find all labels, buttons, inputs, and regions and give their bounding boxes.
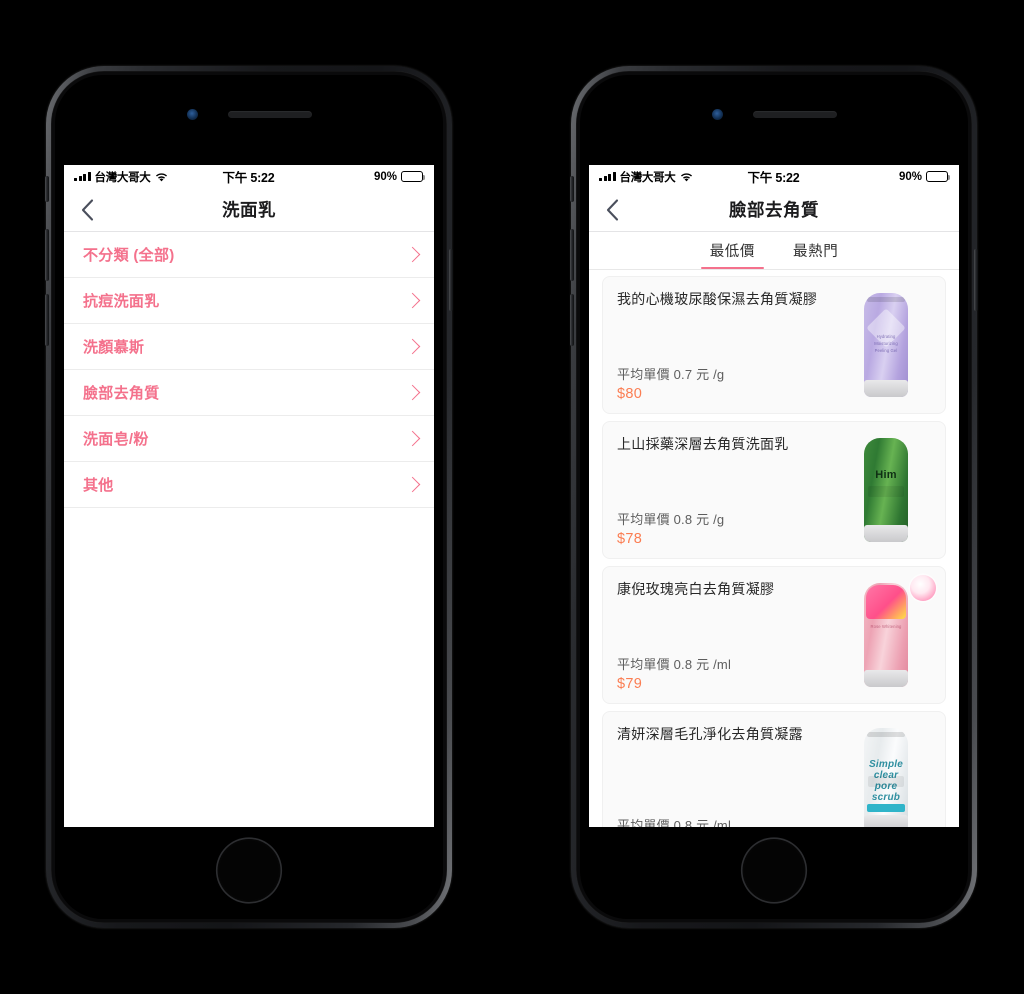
carrier-label: 台灣大哥大 — [94, 171, 151, 184]
back-button[interactable] — [589, 188, 635, 232]
product-unit-price: 平均單價 0.8 元 /ml — [617, 657, 732, 672]
product-unit-price: 平均單價 0.8 元 /ml — [617, 818, 732, 827]
carrier-label: 台灣大哥大 — [619, 171, 676, 184]
earpiece-speaker — [752, 110, 837, 118]
product-unit-price: 平均單價 0.8 元 /g — [617, 512, 725, 527]
wifi-icon — [155, 172, 168, 182]
product-card-0[interactable]: 我的心機玻尿酸保濕去角質凝膠 平均單價 0.7 元 /g $80 Hydrati… — [603, 277, 945, 413]
chevron-right-icon — [404, 338, 421, 355]
category-item-2[interactable]: 洗顏慕斯 — [64, 324, 434, 370]
sensor-row — [571, 108, 977, 120]
product-image-simple-tube: Simple clear pore scrub — [843, 724, 929, 827]
tab-lowest-price[interactable]: 最低價 — [700, 232, 765, 270]
front-camera-icon — [711, 108, 723, 120]
power-button[interactable] — [449, 249, 453, 311]
sensor-row — [46, 108, 452, 120]
chevron-right-icon — [404, 430, 421, 447]
category-item-4[interactable]: 洗面皂/粉 — [64, 416, 434, 462]
product-image-caption: Rose Whitening — [870, 623, 902, 629]
wifi-icon — [680, 172, 693, 182]
chevron-left-icon — [81, 198, 93, 221]
category-label: 抗痘洗面乳 — [83, 293, 160, 310]
chevron-right-icon — [404, 384, 421, 401]
mute-switch[interactable] — [45, 176, 49, 202]
product-image-caption: Hydrating Moisturizing Peeling Gel — [874, 333, 898, 354]
battery-icon — [926, 171, 951, 182]
signal-bars-icon — [599, 171, 616, 181]
volume-down-button[interactable] — [45, 294, 49, 346]
product-price: $79 — [617, 676, 643, 692]
volume-up-button[interactable] — [570, 229, 574, 281]
product-pricing: 平均單價 0.8 元 /g $78 — [617, 509, 931, 547]
product-title: 清妍深層毛孔淨化去角質凝露 — [617, 726, 803, 742]
product-title: 我的心機玻尿酸保濕去角質凝膠 — [617, 291, 818, 307]
status-bar-right-group: 90% — [275, 170, 426, 183]
category-item-3[interactable]: 臉部去角質 — [64, 370, 434, 416]
chevron-left-icon — [606, 198, 618, 221]
status-bar-clock: 下午 5:22 — [747, 171, 800, 185]
status-bar-left-group: 台灣大哥大 — [74, 169, 222, 185]
product-pricing: 平均單價 0.7 元 /g $80 — [617, 364, 931, 402]
product-card-2[interactable]: 康倪玫瑰亮白去角質凝膠 平均單價 0.8 元 /ml $79 Rose Whit… — [603, 567, 945, 703]
sort-tabs: 最低價 最熱門 — [589, 232, 959, 270]
product-unit-price: 平均單價 0.7 元 /g — [617, 367, 725, 382]
status-bar-left-group: 台灣大哥大 — [599, 169, 747, 185]
page-title-left: 洗面乳 — [222, 200, 276, 220]
product-pricing: 平均單價 0.8 元 /ml $79 — [617, 654, 931, 692]
category-label: 臉部去角質 — [83, 385, 160, 402]
category-item-1[interactable]: 抗痘洗面乳 — [64, 278, 434, 324]
product-card-3[interactable]: 清妍深層毛孔淨化去角質凝露 平均單價 0.8 元 /ml Simple clea… — [603, 712, 945, 827]
power-button[interactable] — [974, 249, 978, 311]
category-item-0[interactable]: 不分類 (全部) — [64, 232, 434, 278]
tab-most-popular[interactable]: 最熱門 — [787, 232, 844, 269]
product-list: 我的心機玻尿酸保濕去角質凝膠 平均單價 0.7 元 /g $80 Hydrati… — [589, 270, 959, 827]
product-price: $78 — [617, 531, 643, 547]
category-item-5[interactable]: 其他 — [64, 462, 434, 508]
screenshot-stage: 台灣大哥大 下午 5:22 90% 洗面乳 不分類 (全部) 抗痘洗面乳 洗顏慕… — [0, 0, 1024, 994]
product-title: 上山採藥深層去角質洗面乳 — [617, 436, 789, 452]
screen-left: 台灣大哥大 下午 5:22 90% 洗面乳 不分類 (全部) 抗痘洗面乳 洗顏慕… — [64, 165, 434, 827]
phone-device-right: 台灣大哥大 下午 5:22 90% 臉部去角質 最低價 最熱門 我的心機玻尿酸保… — [570, 66, 978, 928]
battery-percent-label: 90% — [898, 170, 922, 183]
product-brand-label: Him — [875, 469, 897, 482]
product-pricing: 平均單價 0.8 元 /ml — [617, 815, 931, 827]
product-price: $80 — [617, 386, 643, 402]
volume-up-button[interactable] — [45, 229, 49, 281]
chevron-right-icon — [404, 246, 421, 263]
category-list: 不分類 (全部) 抗痘洗面乳 洗顏慕斯 臉部去角質 洗面皂/粉 其他 — [64, 232, 434, 508]
phone-device-left: 台灣大哥大 下午 5:22 90% 洗面乳 不分類 (全部) 抗痘洗面乳 洗顏慕… — [45, 66, 453, 928]
status-bar-clock: 下午 5:22 — [222, 171, 275, 185]
status-bar-left: 台灣大哥大 下午 5:22 90% — [64, 165, 434, 188]
product-card-1[interactable]: 上山採藥深層去角質洗面乳 平均單價 0.8 元 /g $78 Him — [603, 422, 945, 558]
category-label: 其他 — [83, 477, 114, 494]
nav-bar-left: 洗面乳 — [64, 188, 434, 232]
page-title-right: 臉部去角質 — [729, 200, 819, 220]
chevron-right-icon — [404, 476, 421, 493]
category-label: 不分類 (全部) — [83, 247, 175, 264]
mute-switch[interactable] — [570, 176, 574, 202]
home-button[interactable] — [217, 839, 281, 902]
status-bar-right: 台灣大哥大 下午 5:22 90% — [589, 165, 959, 188]
product-title: 康倪玫瑰亮白去角質凝膠 — [617, 581, 775, 597]
promo-badge — [910, 575, 936, 601]
battery-icon — [401, 171, 426, 182]
earpiece-speaker — [227, 110, 312, 118]
signal-bars-icon — [74, 171, 91, 181]
screen-right: 台灣大哥大 下午 5:22 90% 臉部去角質 最低價 最熱門 我的心機玻尿酸保… — [589, 165, 959, 827]
battery-percent-label: 90% — [373, 170, 397, 183]
volume-down-button[interactable] — [570, 294, 574, 346]
home-button[interactable] — [742, 839, 806, 902]
category-label: 洗面皂/粉 — [83, 431, 149, 448]
status-bar-right-group: 90% — [800, 170, 951, 183]
category-label: 洗顏慕斯 — [83, 339, 145, 356]
nav-bar-right: 臉部去角質 — [589, 188, 959, 232]
back-button[interactable] — [64, 188, 110, 232]
front-camera-icon — [186, 108, 198, 120]
chevron-right-icon — [404, 292, 421, 309]
